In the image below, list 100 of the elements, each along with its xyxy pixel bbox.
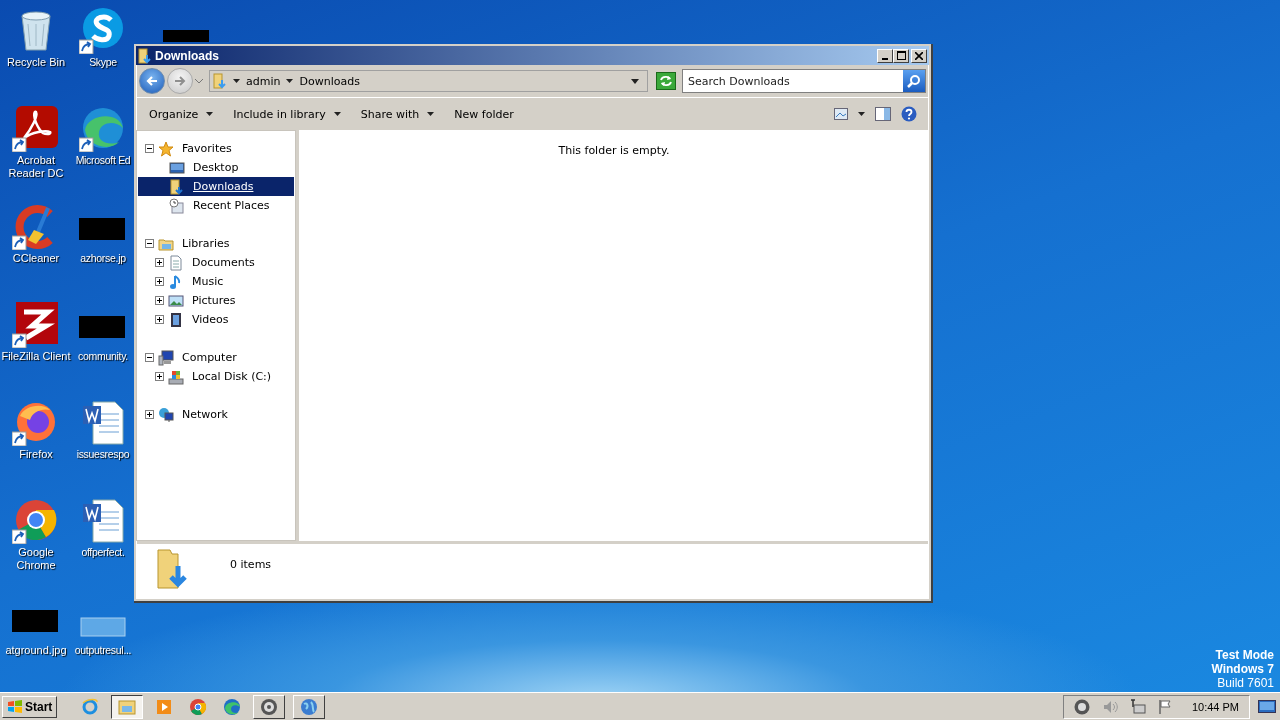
toolbar-button[interactable]: New folder (447, 104, 521, 124)
show-desktop-icon[interactable] (1258, 698, 1276, 715)
taskbar-button[interactable] (111, 694, 144, 719)
os-notice-text: Test Mode (1215, 648, 1274, 662)
star-icon (158, 140, 174, 157)
icon-label: issuesrespo (76, 448, 130, 461)
icon-label: community. (78, 350, 128, 363)
icon-label: Microsoft Ed (75, 154, 131, 167)
expand-icon[interactable] (155, 315, 164, 324)
refresh-icon (659, 75, 673, 87)
expand-icon[interactable] (155, 296, 164, 305)
os-notice-text: Build 7601 (1217, 676, 1274, 690)
redacted-block (163, 30, 209, 42)
expand-icon[interactable] (155, 277, 164, 286)
document-icon (168, 254, 184, 271)
maximize-button[interactable] (893, 48, 909, 63)
minimize-icon (882, 57, 888, 60)
computer-icon (158, 349, 174, 366)
tree-item[interactable]: Network (180, 407, 230, 422)
icon-label: Google Chrome (15, 546, 57, 572)
back-arrow-icon (146, 75, 158, 87)
breadcrumb[interactable]: admin (246, 74, 281, 88)
help-icon[interactable] (901, 106, 917, 122)
preview-pane-icon[interactable] (875, 107, 891, 121)
ie-icon (81, 697, 100, 716)
address-bar[interactable]: admin Downloads (209, 70, 648, 92)
icon-label: offperfect. (81, 546, 125, 559)
disc-icon[interactable] (1073, 698, 1090, 715)
tree-item[interactable]: Documents (190, 255, 257, 270)
clock[interactable]: 10:44 PM (1191, 700, 1239, 713)
collapse-icon[interactable] (145, 239, 154, 248)
tree-item[interactable]: Pictures (190, 293, 238, 308)
tree-item[interactable]: Videos (190, 312, 231, 327)
zigzag-app-icon[interactable] (12, 300, 60, 348)
caret-icon[interactable] (286, 79, 294, 83)
tree-item[interactable]: Music (190, 274, 226, 289)
tree-item[interactable]: Desktop (191, 160, 241, 175)
expand-icon[interactable] (155, 258, 164, 267)
folder-icon (169, 178, 185, 195)
search-button[interactable] (903, 70, 925, 92)
tree-item[interactable]: Recent Places (191, 198, 272, 213)
caret-icon[interactable] (858, 112, 865, 116)
folder-icon (213, 73, 227, 89)
caret-icon (206, 112, 214, 116)
maximize-icon (896, 51, 906, 60)
picture-icon (168, 292, 184, 309)
tree-item[interactable]: Downloads (191, 179, 256, 194)
toolbar-button[interactable]: Share with (353, 104, 442, 124)
icon-label: azhorse.jp (80, 252, 126, 265)
disk-icon (168, 368, 184, 385)
flag-icon[interactable] (1157, 698, 1172, 715)
globe-icon (300, 697, 319, 716)
wave-app-icon (223, 697, 242, 716)
forward-button[interactable] (167, 68, 193, 94)
folder-icon (118, 697, 137, 716)
minimize-button[interactable] (877, 48, 893, 63)
caret-icon (333, 112, 341, 116)
network-icon (158, 406, 174, 423)
refresh-button[interactable] (656, 72, 676, 90)
icon-label: CCleaner (12, 252, 60, 265)
os-notice-text: Windows 7 (1211, 662, 1274, 676)
icon-label: Acrobat Reader DC (7, 154, 65, 180)
monitor-icon (169, 159, 185, 176)
icon-label: outputresul... (74, 644, 132, 657)
caret-icon (427, 112, 435, 116)
caret-icon[interactable] (233, 79, 240, 83)
play-icon (155, 697, 174, 716)
toolbar-button[interactable]: Include in library (226, 104, 348, 124)
expand-icon[interactable] (145, 410, 154, 419)
item-count: 0 items (230, 558, 272, 571)
collapse-icon[interactable] (145, 353, 154, 362)
tree-item[interactable]: Computer (180, 350, 239, 365)
pdf-app-icon[interactable] (12, 104, 60, 152)
close-button[interactable] (911, 48, 927, 63)
network-icon[interactable] (1129, 698, 1146, 715)
collapse-icon[interactable] (145, 144, 154, 153)
folder-icon (138, 47, 152, 64)
icon-label: Recycle Bin (6, 56, 66, 69)
recent-places-icon (169, 197, 185, 214)
disc-icon (260, 697, 279, 716)
windows-logo-icon (7, 699, 23, 714)
icon-label: Skype (89, 56, 117, 69)
search-box[interactable]: Search Downloads (682, 69, 926, 93)
toolbar-button[interactable]: Organize (142, 104, 221, 124)
window-title: Downloads (155, 48, 219, 63)
view-icon[interactable] (834, 108, 848, 120)
icon-label: Firefox (19, 448, 53, 461)
start-button[interactable]: Start (2, 695, 58, 718)
caret-icon[interactable] (631, 78, 639, 84)
chrome-icon (189, 697, 208, 716)
tree-item[interactable]: Local Disk (C:) (190, 369, 274, 384)
back-button[interactable] (139, 68, 165, 94)
search-icon (907, 74, 921, 88)
tree-item[interactable]: Favorites (180, 141, 234, 156)
tree-item[interactable]: Libraries (180, 236, 232, 251)
expand-icon[interactable] (155, 372, 164, 381)
icon-label: FileZilla Client (1, 350, 71, 363)
empty-message: This folder is empty. (558, 144, 670, 157)
icon-label: atground.jpg (5, 644, 67, 657)
breadcrumb[interactable]: Downloads (299, 74, 360, 88)
